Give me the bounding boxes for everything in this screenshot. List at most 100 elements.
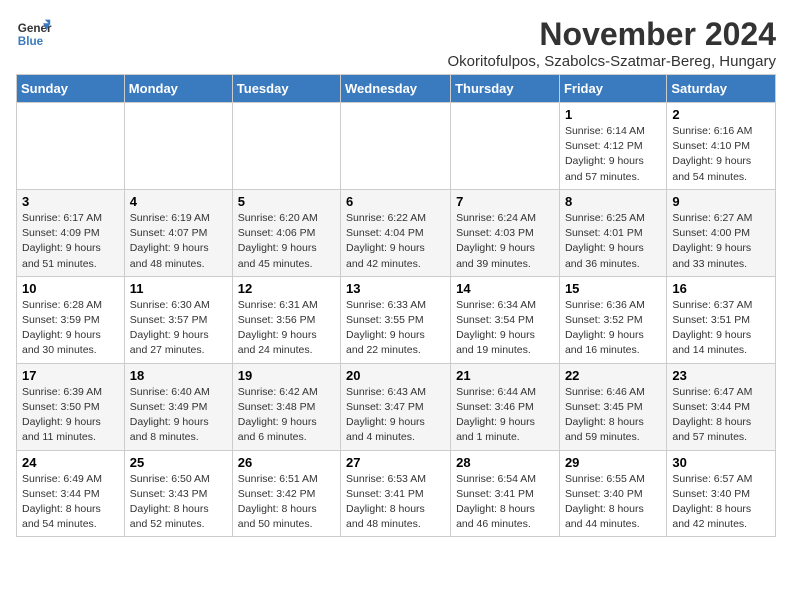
calendar-header-row: SundayMondayTuesdayWednesdayThursdayFrid… [17,75,776,103]
day-number: 10 [22,281,119,296]
day-info: Sunrise: 6:20 AM Sunset: 4:06 PM Dayligh… [238,211,335,272]
day-info: Sunrise: 6:54 AM Sunset: 3:41 PM Dayligh… [456,472,554,533]
day-info: Sunrise: 6:37 AM Sunset: 3:51 PM Dayligh… [672,298,770,359]
day-number: 17 [22,368,119,383]
day-info: Sunrise: 6:34 AM Sunset: 3:54 PM Dayligh… [456,298,554,359]
calendar-cell [17,103,125,190]
calendar-cell: 27Sunrise: 6:53 AM Sunset: 3:41 PM Dayli… [341,450,451,537]
day-number: 12 [238,281,335,296]
logo: General Blue [16,16,52,52]
calendar-cell: 4 Sunrise: 6:19 AM Sunset: 4:07 PM Daylig… [124,189,232,276]
day-info: Sunrise: 6:16 AM Sunset: 4:10 PM Dayligh… [672,124,770,185]
day-number: 21 [456,368,554,383]
day-info: Sunrise: 6:25 AM Sunset: 4:01 PM Dayligh… [565,211,661,272]
calendar-cell: 7Sunrise: 6:24 AM Sunset: 4:03 PM Daylig… [451,189,560,276]
day-info: Sunrise: 6:43 AM Sunset: 3:47 PM Dayligh… [346,385,445,446]
calendar-cell: 13 Sunrise: 6:33 AM Sunset: 3:55 PM Dayli… [341,276,451,363]
calendar-cell: 29 Sunrise: 6:55 AM Sunset: 3:40 PM Dayli… [559,450,666,537]
day-number: 26 [238,455,335,470]
day-number: 2 [672,107,770,122]
day-number: 23 [672,368,770,383]
day-number: 3 [22,194,119,209]
day-number: 11 [130,281,227,296]
day-number: 9 [672,194,770,209]
calendar-cell: 11 Sunrise: 6:30 AM Sunset: 3:57 PM Dayli… [124,276,232,363]
day-number: 4 [130,194,227,209]
day-number: 25 [130,455,227,470]
day-info: Sunrise: 6:53 AM Sunset: 3:41 PM Dayligh… [346,472,445,533]
calendar-week-row: 10 Sunrise: 6:28 AM Sunset: 3:59 PM Dayli… [17,276,776,363]
calendar-cell: 25 Sunrise: 6:50 AM Sunset: 3:43 PM Dayli… [124,450,232,537]
day-info: Sunrise: 6:47 AM Sunset: 3:44 PM Dayligh… [672,385,770,446]
day-number: 1 [565,107,661,122]
day-number: 18 [130,368,227,383]
location-title: Okoritofulpos, Szabolcs-Szatmar-Bereg, H… [448,53,776,70]
calendar-cell: 28 Sunrise: 6:54 AM Sunset: 3:41 PM Dayli… [451,450,560,537]
calendar-day-header: Wednesday [341,75,451,103]
day-number: 5 [238,194,335,209]
calendar-cell: 2 Sunrise: 6:16 AM Sunset: 4:10 PM Daylig… [667,103,776,190]
day-number: 14 [456,281,554,296]
day-info: Sunrise: 6:31 AM Sunset: 3:56 PM Dayligh… [238,298,335,359]
day-number: 22 [565,368,661,383]
calendar-cell: 22Sunrise: 6:46 AM Sunset: 3:45 PM Dayli… [559,363,666,450]
day-info: Sunrise: 6:44 AM Sunset: 3:46 PM Dayligh… [456,385,554,446]
month-title: November 2024 [448,16,776,53]
day-number: 29 [565,455,661,470]
calendar-cell: 15 Sunrise: 6:36 AM Sunset: 3:52 PM Dayli… [559,276,666,363]
calendar-cell: 8 Sunrise: 6:25 AM Sunset: 4:01 PM Daylig… [559,189,666,276]
calendar-cell [232,103,340,190]
day-number: 8 [565,194,661,209]
day-number: 20 [346,368,445,383]
day-info: Sunrise: 6:57 AM Sunset: 3:40 PM Dayligh… [672,472,770,533]
title-section: November 2024 Okoritofulpos, Szabolcs-Sz… [448,16,776,70]
calendar-week-row: 17Sunrise: 6:39 AM Sunset: 3:50 PM Dayli… [17,363,776,450]
day-number: 19 [238,368,335,383]
day-info: Sunrise: 6:28 AM Sunset: 3:59 PM Dayligh… [22,298,119,359]
calendar-cell: 30 Sunrise: 6:57 AM Sunset: 3:40 PM Dayli… [667,450,776,537]
day-info: Sunrise: 6:24 AM Sunset: 4:03 PM Dayligh… [456,211,554,272]
calendar-cell [451,103,560,190]
svg-text:Blue: Blue [18,35,44,48]
day-number: 30 [672,455,770,470]
calendar-cell: 14 Sunrise: 6:34 AM Sunset: 3:54 PM Dayli… [451,276,560,363]
calendar-week-row: 1 Sunrise: 6:14 AM Sunset: 4:12 PM Daylig… [17,103,776,190]
day-info: Sunrise: 6:33 AM Sunset: 3:55 PM Dayligh… [346,298,445,359]
day-info: Sunrise: 6:51 AM Sunset: 3:42 PM Dayligh… [238,472,335,533]
calendar-cell: 10 Sunrise: 6:28 AM Sunset: 3:59 PM Dayli… [17,276,125,363]
calendar-cell: 23 Sunrise: 6:47 AM Sunset: 3:44 PM Dayli… [667,363,776,450]
day-info: Sunrise: 6:40 AM Sunset: 3:49 PM Dayligh… [130,385,227,446]
calendar-cell [124,103,232,190]
day-info: Sunrise: 6:30 AM Sunset: 3:57 PM Dayligh… [130,298,227,359]
day-info: Sunrise: 6:49 AM Sunset: 3:44 PM Dayligh… [22,472,119,533]
calendar-cell: 19 Sunrise: 6:42 AM Sunset: 3:48 PM Dayli… [232,363,340,450]
day-info: Sunrise: 6:17 AM Sunset: 4:09 PM Dayligh… [22,211,119,272]
calendar-cell: 16 Sunrise: 6:37 AM Sunset: 3:51 PM Dayli… [667,276,776,363]
day-number: 16 [672,281,770,296]
day-number: 28 [456,455,554,470]
day-info: Sunrise: 6:22 AM Sunset: 4:04 PM Dayligh… [346,211,445,272]
day-info: Sunrise: 6:50 AM Sunset: 3:43 PM Dayligh… [130,472,227,533]
calendar-day-header: Thursday [451,75,560,103]
day-number: 13 [346,281,445,296]
calendar-cell: 20 Sunrise: 6:43 AM Sunset: 3:47 PM Dayli… [341,363,451,450]
calendar-cell: 5 Sunrise: 6:20 AM Sunset: 4:06 PM Daylig… [232,189,340,276]
day-info: Sunrise: 6:36 AM Sunset: 3:52 PM Dayligh… [565,298,661,359]
calendar-day-header: Saturday [667,75,776,103]
day-info: Sunrise: 6:27 AM Sunset: 4:00 PM Dayligh… [672,211,770,272]
day-number: 24 [22,455,119,470]
day-info: Sunrise: 6:14 AM Sunset: 4:12 PM Dayligh… [565,124,661,185]
calendar-table: SundayMondayTuesdayWednesdayThursdayFrid… [16,74,776,537]
calendar-cell: 1 Sunrise: 6:14 AM Sunset: 4:12 PM Daylig… [559,103,666,190]
calendar-cell: 17Sunrise: 6:39 AM Sunset: 3:50 PM Dayli… [17,363,125,450]
day-info: Sunrise: 6:42 AM Sunset: 3:48 PM Dayligh… [238,385,335,446]
calendar-cell: 26 Sunrise: 6:51 AM Sunset: 3:42 PM Dayli… [232,450,340,537]
calendar-cell: 9 Sunrise: 6:27 AM Sunset: 4:00 PM Daylig… [667,189,776,276]
calendar-cell: 24 Sunrise: 6:49 AM Sunset: 3:44 PM Dayli… [17,450,125,537]
day-number: 15 [565,281,661,296]
calendar-week-row: 24 Sunrise: 6:49 AM Sunset: 3:44 PM Dayli… [17,450,776,537]
day-info: Sunrise: 6:19 AM Sunset: 4:07 PM Dayligh… [130,211,227,272]
calendar-cell: 6Sunrise: 6:22 AM Sunset: 4:04 PM Daylig… [341,189,451,276]
day-info: Sunrise: 6:55 AM Sunset: 3:40 PM Dayligh… [565,472,661,533]
calendar-body: 1 Sunrise: 6:14 AM Sunset: 4:12 PM Daylig… [17,103,776,537]
